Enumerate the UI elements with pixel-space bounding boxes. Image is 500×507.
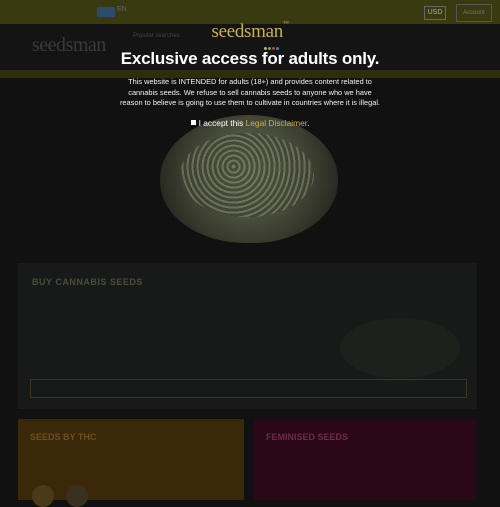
accept-prefix: I accept this [198, 118, 246, 128]
age-gate-title: Exclusive access for adults only. [120, 49, 380, 68]
accept-suffix: . [307, 118, 310, 128]
logo-dots-icon [264, 37, 284, 50]
age-gate-overlay: seedsman™ Exclusive access for adults on… [0, 0, 500, 500]
accept-disclaimer-row[interactable]: I accept this Legal Disclaimer. [0, 118, 500, 128]
trademark-symbol: ™ [282, 21, 289, 27]
accept-checkbox[interactable] [190, 120, 196, 126]
age-gate-body: This website is INTENDED for adults (18+… [119, 77, 381, 107]
age-gate-logo: seedsman™ [0, 21, 500, 43]
legal-disclaimer-link[interactable]: Legal Disclaimer [246, 118, 307, 128]
